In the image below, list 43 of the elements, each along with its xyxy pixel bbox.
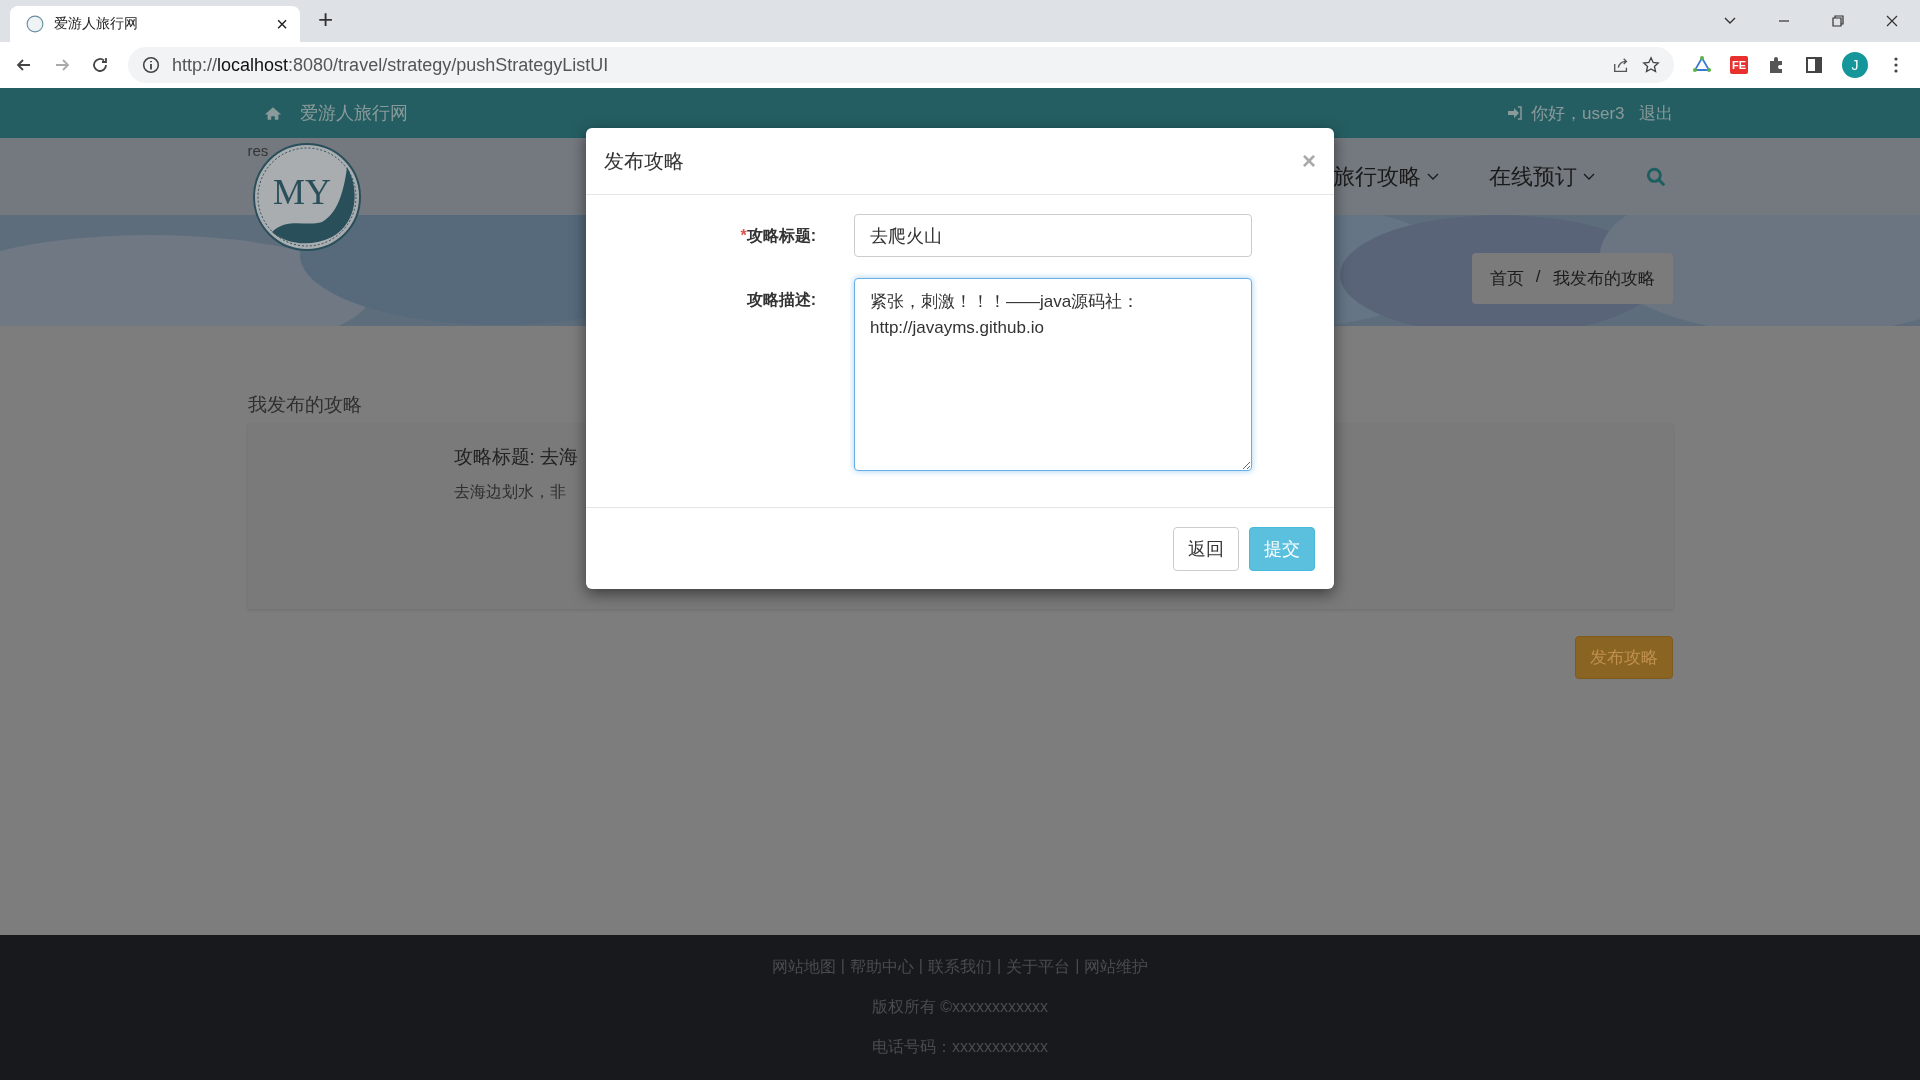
triangle-network-icon[interactable]	[1691, 55, 1712, 75]
caret-icon	[1582, 172, 1595, 181]
link-separator: |	[997, 957, 1002, 976]
field-label: 攻略描述:	[745, 290, 816, 310]
extension-badge[interactable]: FE	[1729, 56, 1748, 74]
section-heading: 我发布的攻略	[247, 393, 363, 417]
close-button[interactable]: ×	[1302, 147, 1316, 175]
breadcrumb-link[interactable]: 我发布的攻略	[1552, 267, 1655, 290]
new-tab-button[interactable]: +	[318, 3, 334, 35]
site-name-link[interactable]: 爱游人旅行网	[299, 101, 408, 125]
reload-icon[interactable]	[90, 55, 110, 75]
back-button[interactable]: 返回	[1173, 526, 1239, 571]
address-bar[interactable]: http://localhost:8080/travel/strategy/pushStrategyListUI	[128, 47, 1674, 83]
home-icon[interactable]	[263, 105, 282, 121]
logout-link[interactable]: 退出	[1638, 101, 1673, 125]
field-label: *攻略标题:	[739, 226, 816, 246]
sidebar-icon[interactable]	[1804, 55, 1824, 75]
dialog-title: 发布攻略	[604, 148, 684, 174]
nav-menu-item[interactable]: 在线预订	[1488, 161, 1595, 192]
url-text: http://localhost:8080/travel/strategy/pushStrategyListUI	[172, 54, 609, 76]
submit-button[interactable]: 提交	[1249, 526, 1315, 571]
close-tab-button[interactable]: ×	[276, 12, 288, 36]
sign-in-icon	[1506, 105, 1523, 121]
link-separator: |	[840, 957, 845, 976]
profile-avatar[interactable]: J	[1842, 52, 1868, 78]
close-icon[interactable]	[1884, 13, 1900, 29]
description-textarea[interactable]: 紧张，刺激！！！——java源码社：http://javayms.github.io	[854, 278, 1252, 471]
breadcrumb-separator: /	[1535, 267, 1541, 288]
link-separator: |	[918, 957, 923, 976]
restore-icon[interactable]	[1830, 13, 1846, 29]
browser-tab[interactable]: 爱游人旅行网 ×	[10, 6, 300, 42]
globe-icon	[26, 15, 44, 33]
breadcrumb-link[interactable]: 首页	[1489, 267, 1524, 290]
greeting-text: 你好，user3	[1530, 102, 1625, 125]
star-icon[interactable]	[1641, 56, 1660, 74]
share-icon[interactable]	[1611, 56, 1630, 74]
nav-menu-item[interactable]: 旅行攻略	[1332, 161, 1439, 192]
title-input[interactable]: 去爬火山	[854, 214, 1252, 257]
strategy-description: 去海边划水，非	[453, 482, 567, 502]
link-separator: |	[1075, 957, 1080, 976]
tab-title: 爱游人旅行网	[54, 15, 139, 33]
info-icon[interactable]	[142, 56, 160, 74]
caret-icon	[1426, 172, 1439, 181]
